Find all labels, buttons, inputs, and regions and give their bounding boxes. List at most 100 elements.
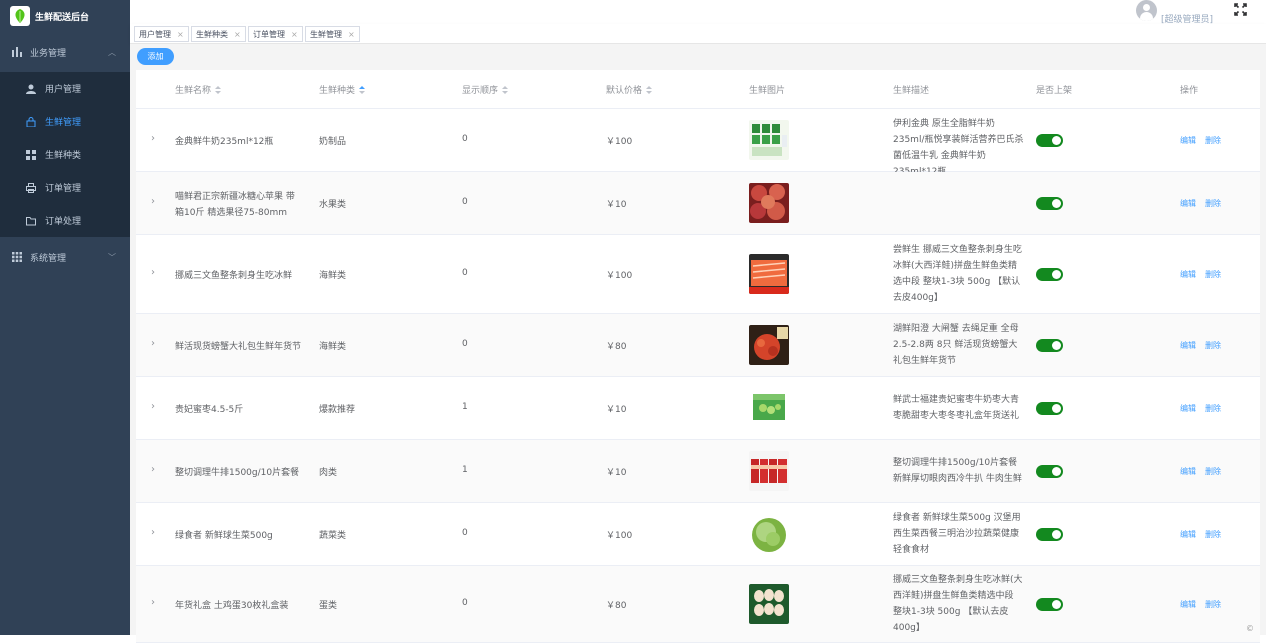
expand-chevron-icon[interactable]: › [151, 401, 155, 412]
table-row: › 年货礼盒 土鸡蛋30枚礼盒装 蛋类 0 ￥80 挪威三文鱼整条刺身生吃冰鲜(大西洋鲑)… [136, 566, 1260, 643]
sidebar-item-label: 生鲜管理 [45, 118, 82, 128]
edit-button[interactable]: 编辑 [1180, 600, 1196, 609]
cell-category: 奶制品 [319, 137, 347, 147]
tag-label: 生鲜管理 [310, 29, 342, 39]
on-sale-switch[interactable] [1036, 268, 1063, 281]
cell-category: 肉类 [319, 468, 338, 478]
edit-button[interactable]: 编辑 [1180, 404, 1196, 413]
product-image[interactable] [749, 183, 789, 223]
col-order[interactable]: 显示顺序 [462, 83, 509, 96]
tag-order-management[interactable]: 订单管理 × [248, 26, 303, 42]
cell-desc: 整切调理牛排1500g/10片套餐新鲜厚切眼肉西冷牛扒 牛肉生鲜 [893, 458, 1022, 484]
copyright: © [1246, 624, 1254, 633]
cell-order: 0 [462, 134, 468, 144]
on-sale-switch[interactable] [1036, 339, 1063, 352]
sort-icon[interactable] [215, 85, 222, 95]
on-sale-switch[interactable] [1036, 598, 1063, 611]
tag-label: 用户管理 [139, 29, 171, 39]
delete-button[interactable]: 删除 [1205, 199, 1221, 208]
sidebar-item-order-processing[interactable]: 订单处理 [0, 204, 130, 237]
sidebar-item-fresh-management[interactable]: 生鲜管理 [0, 105, 130, 138]
cell-desc: 尝鲜生 挪威三文鱼整条刺身生吃冰鲜(大西洋鲑)拼盘生鲜鱼类精选中段 整块1-3块… [893, 245, 1022, 303]
row-actions: 编辑 删除 [1180, 466, 1230, 477]
on-sale-switch[interactable] [1036, 402, 1063, 415]
delete-button[interactable]: 删除 [1205, 530, 1221, 539]
on-sale-switch[interactable] [1036, 134, 1063, 147]
tag-label: 生鲜种类 [196, 29, 228, 39]
product-image[interactable] [749, 584, 789, 624]
menu-group-system[interactable]: 系统管理 ﹀ [0, 237, 130, 277]
lock-icon [26, 116, 36, 127]
edit-button[interactable]: 编辑 [1180, 136, 1196, 145]
product-image[interactable] [749, 514, 789, 554]
add-button[interactable]: 添加 [137, 48, 174, 65]
sort-icon[interactable] [502, 85, 509, 95]
cell-name: 鲜活现货螃蟹大礼包生鲜年货节 [175, 342, 302, 352]
sidebar-item-label: 用户管理 [45, 85, 82, 95]
expand-chevron-icon[interactable]: › [151, 464, 155, 475]
avatar[interactable] [1136, 0, 1157, 21]
cell-name: 绿食者 新鲜球生菜500g [175, 531, 273, 541]
expand-chevron-icon[interactable]: › [151, 196, 155, 207]
menu-group-label: 系统管理 [30, 253, 67, 264]
tag-fresh-category[interactable]: 生鲜种类 × [191, 26, 246, 42]
col-price[interactable]: 默认价格 [606, 83, 653, 96]
close-icon[interactable]: × [234, 30, 241, 39]
sidebar-item-fresh-category[interactable]: 生鲜种类 [0, 138, 130, 171]
on-sale-switch[interactable] [1036, 197, 1063, 210]
product-image[interactable] [749, 254, 789, 294]
col-category[interactable]: 生鲜种类 [319, 83, 366, 96]
edit-button[interactable]: 编辑 [1180, 467, 1196, 476]
table-row: › 喵鲜君正宗新疆冰糖心苹果 带箱10斤 精选果径75-80mm 水果类 0 ￥10 编辑… [136, 172, 1260, 235]
product-image[interactable] [749, 325, 789, 365]
close-icon[interactable]: × [291, 30, 298, 39]
product-image[interactable] [749, 451, 789, 491]
on-sale-switch[interactable] [1036, 465, 1063, 478]
cell-price: ￥100 [606, 531, 633, 541]
cell-name: 金典鲜牛奶235ml*12瓶 [175, 137, 274, 147]
cell-name: 整切调理牛排1500g/10片套餐 [175, 468, 300, 478]
delete-button[interactable]: 删除 [1205, 404, 1221, 413]
menu-group-label: 业务管理 [30, 48, 67, 59]
cell-name: 喵鲜君正宗新疆冰糖心苹果 带箱10斤 精选果径75-80mm [175, 192, 295, 218]
tag-fresh-management[interactable]: 生鲜管理 × [305, 26, 360, 42]
cell-order: 0 [462, 528, 468, 538]
sort-icon[interactable] [359, 85, 366, 95]
product-image[interactable] [749, 120, 789, 160]
product-image[interactable] [749, 388, 789, 428]
expand-chevron-icon[interactable]: › [151, 338, 155, 349]
table-body: › 金典鲜牛奶235ml*12瓶 奶制品 0 ￥100 伊利金典 原生全脂鲜牛奶235ml… [136, 109, 1260, 643]
expand-chevron-icon[interactable]: › [151, 267, 155, 278]
cell-name: 贵妃蜜枣4.5-5斤 [175, 405, 244, 415]
edit-button[interactable]: 编辑 [1180, 199, 1196, 208]
close-icon[interactable]: × [177, 30, 184, 39]
sidebar-item-order-management[interactable]: 订单管理 [0, 171, 130, 204]
edit-button[interactable]: 编辑 [1180, 270, 1196, 279]
cell-category: 海鲜类 [319, 342, 347, 352]
delete-button[interactable]: 删除 [1205, 136, 1221, 145]
sidebar-item-user-management[interactable]: 用户管理 [0, 72, 130, 105]
delete-button[interactable]: 删除 [1205, 341, 1221, 350]
edit-button[interactable]: 编辑 [1180, 530, 1196, 539]
table-row: › 绿食者 新鲜球生菜500g 蔬菜类 0 ￥100 绿食者 新鲜球生菜500g 汉堡用西… [136, 503, 1260, 566]
col-name[interactable]: 生鲜名称 [175, 83, 222, 96]
fullscreen-icon[interactable] [1234, 3, 1247, 19]
tag-user-management[interactable]: 用户管理 × [134, 26, 189, 42]
delete-button[interactable]: 删除 [1205, 467, 1221, 476]
cell-desc: 湖鲜阳澄 大闸蟹 去绳足重 全母2.5-2.8两 8只 鲜活现货螃蟹大礼包生鲜年… [893, 324, 1019, 366]
table-row: › 鲜活现货螃蟹大礼包生鲜年货节 海鲜类 0 ￥80 湖鲜阳澄 大闸蟹 去绳足重 全母2.… [136, 314, 1260, 377]
menu-group-business[interactable]: 业务管理 ︿ [0, 32, 130, 72]
delete-button[interactable]: 删除 [1205, 600, 1221, 609]
tag-label: 订单管理 [253, 29, 285, 39]
col-image: 生鲜图片 [749, 86, 786, 96]
edit-button[interactable]: 编辑 [1180, 341, 1196, 350]
fresh-table: 生鲜名称 生鲜种类 显示顺序 默认价格 生鲜图片 生鲜描述 是否上架 操作 › 金… [136, 70, 1260, 643]
expand-chevron-icon[interactable]: › [151, 133, 155, 144]
expand-chevron-icon[interactable]: › [151, 597, 155, 608]
expand-chevron-icon[interactable]: › [151, 527, 155, 538]
on-sale-switch[interactable] [1036, 528, 1063, 541]
close-icon[interactable]: × [348, 30, 355, 39]
delete-button[interactable]: 删除 [1205, 270, 1221, 279]
row-actions: 编辑 删除 [1180, 135, 1230, 146]
sort-icon[interactable] [646, 85, 653, 95]
